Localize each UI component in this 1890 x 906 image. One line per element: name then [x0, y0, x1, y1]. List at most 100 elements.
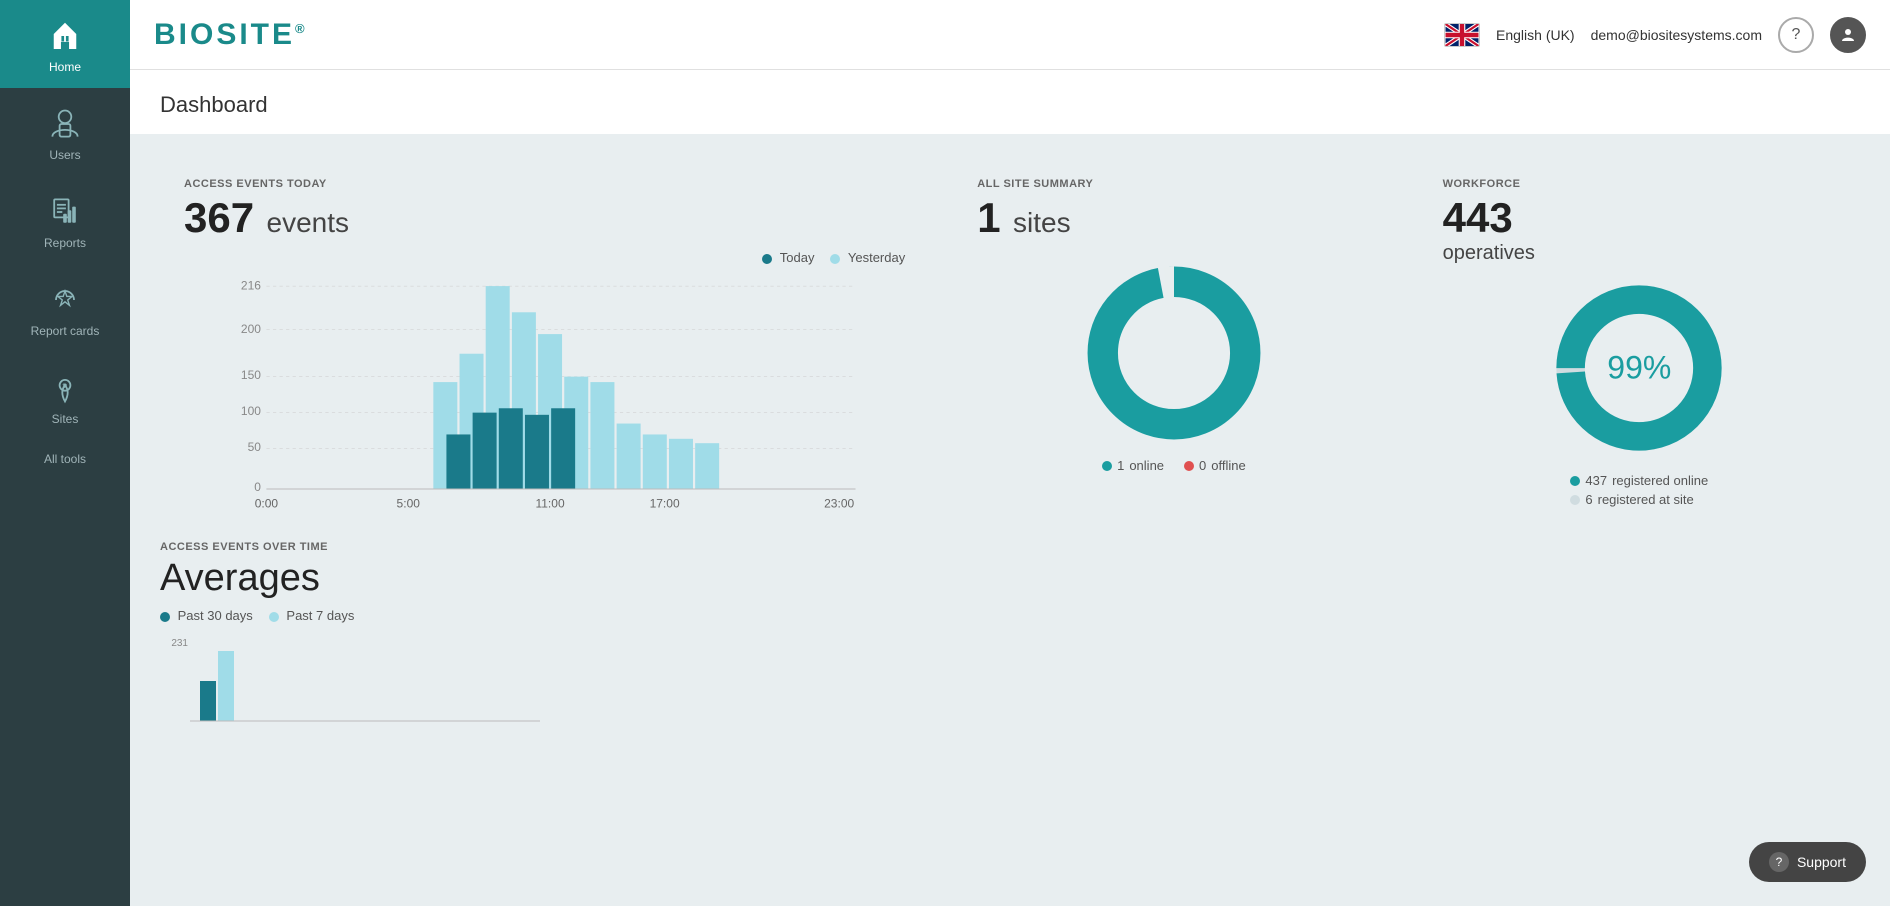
workforce-unit: operatives: [1443, 242, 1836, 265]
bar-yesterday-8: [643, 434, 667, 489]
legend-7days-dot: [269, 612, 279, 622]
workforce-count: 443: [1443, 194, 1513, 241]
registered-site-label: registered at site: [1598, 492, 1694, 507]
access-events-label: ACCESS EVENTS TODAY: [184, 178, 905, 190]
report-cards-icon: [47, 282, 83, 318]
bar-today-2: [499, 408, 523, 489]
chart-legend: Today Yesterday: [184, 250, 905, 265]
support-icon: ?: [1769, 852, 1789, 872]
bar-yesterday-6: [590, 382, 614, 489]
registered-site-dot: [1570, 495, 1580, 505]
sites-donut-chart: [1079, 258, 1269, 448]
averages-section: ACCESS EVENTS OVER TIME Averages Past 30…: [160, 541, 1860, 736]
svg-text:23:00: 23:00: [824, 497, 854, 511]
online-count: 1: [1117, 458, 1124, 473]
legend-today-dot: [762, 254, 772, 264]
averages-chart-svg: 231: [160, 631, 560, 731]
offline-count: 0: [1199, 458, 1206, 473]
language-label: English (UK): [1496, 27, 1575, 43]
legend-30days-dot: [160, 612, 170, 622]
brand-logo: BIOSITE®: [154, 18, 308, 52]
users-icon: [47, 106, 83, 142]
legend-30days: Past 30 days: [160, 608, 253, 623]
registered-online-dot: [1570, 476, 1580, 486]
all-site-summary-card: ALL SITE SUMMARY 1 sites: [953, 158, 1394, 533]
sites-count: 1: [977, 194, 1000, 241]
access-events-unit: events: [267, 207, 350, 238]
bar-yesterday-7: [617, 424, 641, 489]
svg-text:3: 3: [62, 383, 66, 390]
workforce-legend: 437 registered online 6 registered at si…: [1570, 473, 1708, 507]
svg-text:0:00: 0:00: [255, 497, 279, 511]
access-events-card: ACCESS EVENTS TODAY 367 events Today Yes…: [160, 158, 929, 533]
user-icon: [1839, 26, 1857, 44]
sidebar-item-home[interactable]: Home: [0, 0, 130, 88]
brand-registered: ®: [295, 21, 308, 36]
averages-section-label: ACCESS EVENTS OVER TIME: [160, 541, 1860, 553]
svg-text:150: 150: [241, 368, 261, 382]
sites-donut-legend: 1 online 0 offline: [1102, 458, 1246, 473]
bar-yesterday-9: [669, 439, 693, 489]
user-email: demo@biositesystems.com: [1591, 27, 1762, 43]
svg-text:231: 231: [171, 638, 188, 649]
dashboard: ACCESS EVENTS TODAY 367 events Today Yes…: [130, 134, 1890, 906]
sidebar-users-label: Users: [49, 148, 80, 162]
bar-today-0: [446, 434, 470, 489]
svg-text:5:00: 5:00: [397, 497, 421, 511]
averages-legend: Past 30 days Past 7 days: [160, 608, 1860, 623]
registered-site-legend: 6 registered at site: [1570, 492, 1708, 507]
svg-text:200: 200: [241, 322, 261, 336]
bar-today-3: [525, 415, 549, 489]
workforce-percent: 99%: [1607, 350, 1671, 386]
home-icon: [47, 18, 83, 54]
registered-site-count: 6: [1585, 492, 1592, 507]
registered-online-count: 437: [1585, 473, 1607, 488]
avg-bar-30-0: [200, 681, 216, 721]
sidebar-item-all-tools[interactable]: All tools: [44, 440, 86, 478]
bar-chart-svg: 216 200 150 100 50 0: [184, 273, 905, 513]
bar-today-4: [551, 408, 575, 489]
offline-legend: 0 offline: [1184, 458, 1246, 473]
online-dot: [1102, 461, 1112, 471]
reports-icon: [47, 194, 83, 230]
offline-dot: [1184, 461, 1194, 471]
access-events-count: 367: [184, 194, 254, 241]
offline-label: offline: [1211, 458, 1245, 473]
registered-online-legend: 437 registered online: [1570, 473, 1708, 488]
topbar-right: English (UK) demo@biositesystems.com ?: [1444, 17, 1866, 53]
sidebar-home-label: Home: [49, 60, 81, 74]
main-area: BIOSITE® English (UK) demo@biositesystem…: [130, 0, 1890, 906]
topbar: BIOSITE® English (UK) demo@biositesystem…: [130, 0, 1890, 70]
sidebar-report-cards-label: Report cards: [31, 324, 100, 338]
svg-text:11:00: 11:00: [535, 497, 564, 511]
bar-chart: 216 200 150 100 50 0: [184, 273, 905, 513]
support-button[interactable]: ? Support: [1749, 842, 1866, 882]
legend-today: Today: [762, 250, 814, 265]
bar-yesterday-10: [695, 443, 719, 489]
sidebar-item-sites[interactable]: 3 Sites: [0, 352, 130, 440]
averages-title: Averages: [160, 557, 1860, 600]
sites-unit: sites: [1013, 207, 1071, 238]
all-site-label: ALL SITE SUMMARY: [977, 178, 1370, 190]
all-tools-label: All tools: [44, 452, 86, 466]
sidebar-reports-label: Reports: [44, 236, 86, 250]
online-label: online: [1129, 458, 1164, 473]
online-legend: 1 online: [1102, 458, 1164, 473]
legend-7days: Past 7 days: [269, 608, 355, 623]
help-button[interactable]: ?: [1778, 17, 1814, 53]
avg-bar-7-0: [218, 651, 234, 721]
dashboard-top-row: ACCESS EVENTS TODAY 367 events Today Yes…: [160, 158, 1860, 533]
sidebar-item-users[interactable]: Users: [0, 88, 130, 176]
user-account-button[interactable]: [1830, 17, 1866, 53]
page-title: Dashboard: [130, 70, 1890, 134]
legend-yesterday: Yesterday: [830, 250, 905, 265]
sidebar-item-reports[interactable]: Reports: [0, 176, 130, 264]
page-content: Dashboard ACCESS EVENTS TODAY 367 events…: [130, 70, 1890, 906]
sidebar-item-report-cards[interactable]: Report cards: [0, 264, 130, 352]
svg-text:17:00: 17:00: [650, 497, 680, 511]
uk-flag-icon: [1444, 23, 1480, 47]
svg-text:216: 216: [241, 278, 261, 292]
sidebar-sites-label: Sites: [52, 412, 79, 426]
workforce-percent-center: 99%: [1607, 350, 1671, 387]
bar-today-1: [473, 413, 497, 489]
